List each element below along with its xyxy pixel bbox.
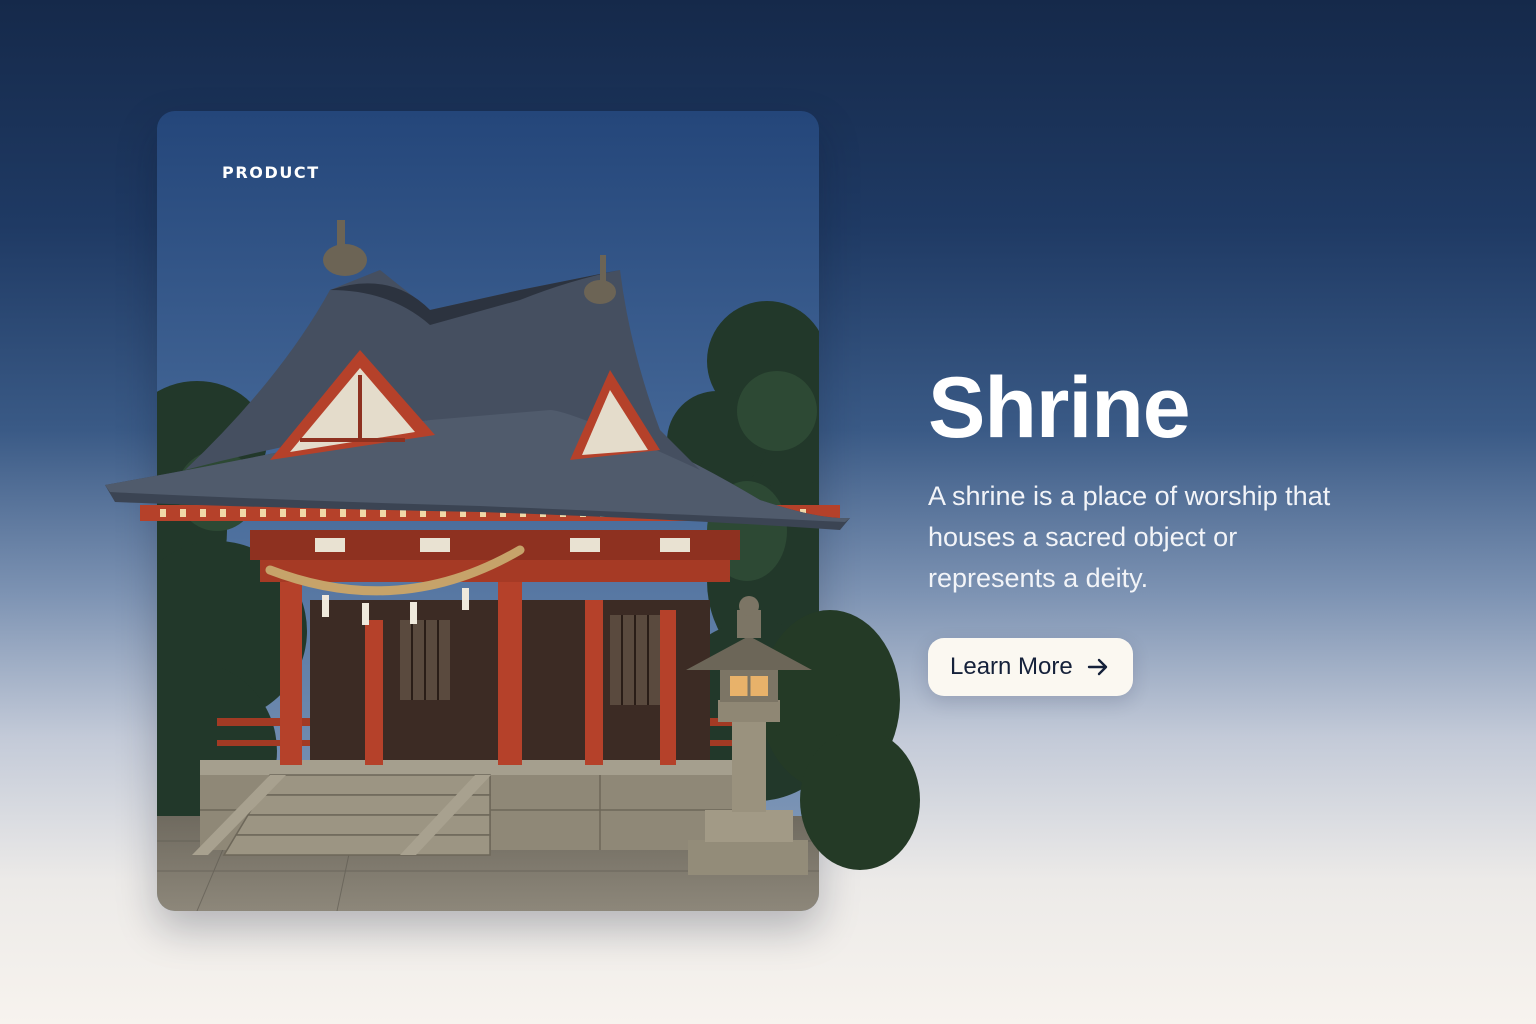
hero-description: A shrine is a place of worship that hous… bbox=[928, 481, 1331, 593]
learn-more-button[interactable]: Learn More bbox=[928, 638, 1133, 696]
card-eyebrow: PRODUCT bbox=[222, 163, 320, 182]
shrine-image bbox=[157, 111, 819, 911]
hero-content: Shrine A shrine is a place of worship th… bbox=[928, 360, 1388, 599]
arrow-right-icon bbox=[1085, 654, 1111, 680]
product-card: PRODUCT bbox=[157, 111, 819, 911]
hero-title: Shrine bbox=[928, 360, 1191, 456]
learn-more-label: Learn More bbox=[950, 653, 1073, 680]
